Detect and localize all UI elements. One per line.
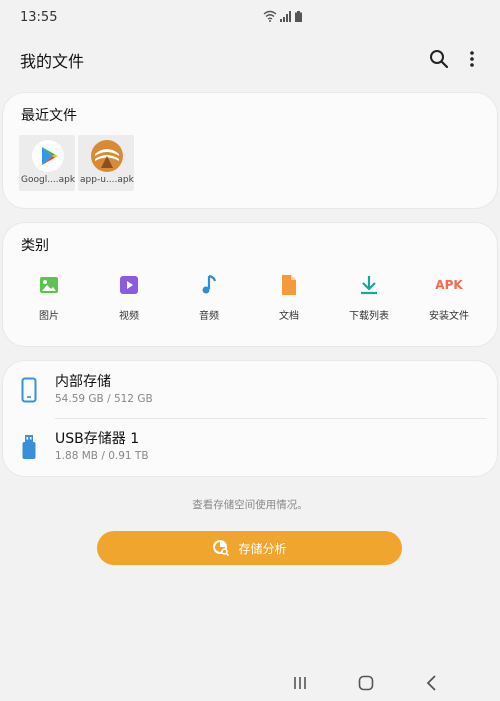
storage-analysis-label: 存储分析 [238,541,287,556]
music-note-icon [202,274,217,294]
storage-usb[interactable]: USB存储器 1 1.88 MB / 0.91 TB [3,418,497,476]
storage-size: 54.59 GB / 512 GB [55,393,153,405]
wifi-icon [263,10,277,22]
status-time: 13:55 [20,10,58,25]
google-play-icon [32,140,64,172]
recents-icon[interactable] [289,672,311,694]
recent-files-title: 最近文件 [21,108,77,124]
home-icon[interactable] [355,672,377,694]
page-title: 我的文件 [20,52,85,71]
recent-file-item[interactable]: Googl....apk [19,135,75,191]
storage-name: USB存储器 1 [55,431,140,447]
storage-card: 内部存储 54.59 GB / 512 GB USB存储器 1 1.88 MB … [3,361,497,476]
status-bar: 13:55 [0,0,500,34]
recent-file-name: Googl....apk [21,175,75,185]
category-label: 音频 [199,311,219,322]
category-label: 下载列表 [349,311,389,322]
category-downloads[interactable]: 下载列表 [339,273,399,322]
more-options-icon[interactable] [462,48,482,70]
apk-icon: APK [435,278,463,292]
image-icon [40,277,58,293]
category-images[interactable]: 图片 [19,273,79,322]
signal-icon [280,11,291,22]
storage-size: 1.88 MB / 0.91 TB [55,450,149,462]
category-installers[interactable]: APK 安装文件 [419,273,479,322]
video-icon [120,276,138,294]
category-label: 图片 [39,311,59,322]
category-video[interactable]: 视频 [99,273,159,322]
storage-internal[interactable]: 内部存储 54.59 GB / 512 GB [3,361,497,419]
category-label: 安装文件 [429,311,469,322]
recent-files-card: 最近文件 Googl....apk app-u....apk [3,93,497,208]
status-icons [263,10,302,22]
phone-icon [21,377,37,403]
storage-analysis-button[interactable]: 存储分析 [97,531,402,565]
download-icon [361,276,377,295]
usb-drive-icon [22,435,36,459]
recent-file-name: app-u....apk [80,175,134,185]
search-icon[interactable] [428,48,450,70]
app-bar: 我的文件 [0,36,500,82]
storage-analysis-icon [213,540,230,557]
categories-card: 类别 图片 视频 音频 文档 下载列表 APK 安装文件 [3,223,497,346]
battery-icon [295,11,302,22]
recent-file-item[interactable]: app-u....apk [78,135,134,191]
category-documents[interactable]: 文档 [259,273,319,322]
document-icon [282,275,296,295]
app-update-icon [91,140,123,172]
storage-hint: 查看存储空间使用情况。 [192,499,308,511]
category-label: 视频 [119,311,139,322]
back-icon[interactable] [421,672,443,694]
categories-title: 类别 [21,238,49,254]
category-label: 文档 [279,311,299,322]
storage-name: 内部存储 [55,374,111,390]
navigation-bar [0,666,500,701]
category-audio[interactable]: 音频 [179,273,239,322]
